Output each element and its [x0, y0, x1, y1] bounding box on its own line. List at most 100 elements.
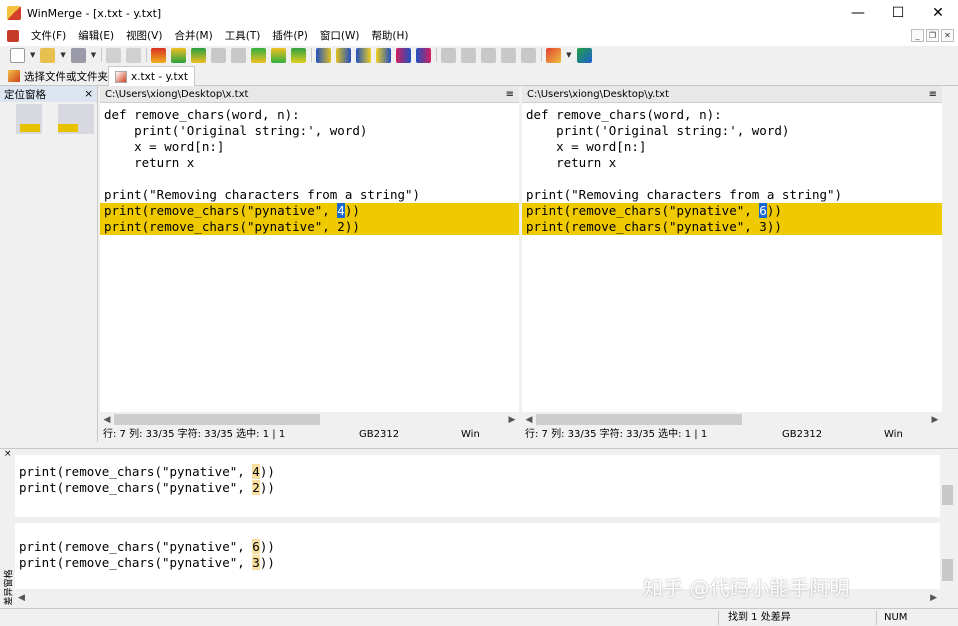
- close-button[interactable]: ✕: [918, 0, 958, 26]
- tab-select-files-label: 选择文件或文件夹: [24, 70, 108, 83]
- copy-left-icon[interactable]: [336, 47, 352, 63]
- maximize-button[interactable]: ☐: [878, 0, 918, 26]
- diff-pane-left[interactable]: print(remove_chars("pynative", 4)) print…: [15, 455, 940, 517]
- document-menu-icon[interactable]: [7, 30, 19, 42]
- last-diff-icon[interactable]: [271, 47, 287, 63]
- code-line[interactable]: [100, 171, 519, 187]
- diff-detail-line[interactable]: print(remove_chars("pynative", 6)): [15, 539, 940, 555]
- scrollbar-track[interactable]: [536, 414, 928, 425]
- menu-window[interactable]: 窗口(W): [314, 26, 366, 46]
- all-right-icon[interactable]: [396, 47, 412, 63]
- open-dropdown-icon[interactable]: ▼: [60, 51, 65, 59]
- undo-icon[interactable]: [106, 47, 122, 63]
- menu-help[interactable]: 帮助(H): [365, 26, 414, 46]
- next-diff-icon[interactable]: [171, 47, 187, 63]
- title-bar: WinMerge - [x.txt - y.txt] — ☐ ✕: [0, 0, 958, 26]
- diff-pane-close-icon[interactable]: ×: [4, 449, 12, 459]
- right-disabled-icon[interactable]: [501, 47, 517, 63]
- new-icon[interactable]: [10, 47, 25, 63]
- diff-pane-left-vscroll[interactable]: [940, 455, 955, 517]
- new-dropdown-icon[interactable]: ▼: [30, 51, 35, 59]
- copy-right-advance-icon[interactable]: [356, 47, 372, 63]
- merge-disabled-icon[interactable]: [441, 47, 457, 63]
- location-pane-close-icon[interactable]: ×: [84, 88, 93, 100]
- code-line[interactable]: print("Removing characters from a string…: [100, 187, 519, 203]
- code-line[interactable]: print("Removing characters from a string…: [522, 187, 942, 203]
- right-pane-menu-icon[interactable]: ≡: [929, 89, 937, 100]
- right-code-view[interactable]: def remove_chars(word, n): print('Origin…: [522, 107, 942, 235]
- diff-line[interactable]: print(remove_chars("pynative", 4)): [100, 203, 519, 219]
- save-icon[interactable]: [70, 47, 86, 63]
- scroll-right-icon[interactable]: ▶: [505, 415, 519, 425]
- scrollbar-thumb[interactable]: [942, 485, 953, 505]
- minimize-button[interactable]: —: [838, 0, 878, 26]
- diff-count-status: 找到 1 处差异: [728, 612, 791, 623]
- options-dropdown-icon[interactable]: ▼: [566, 51, 571, 59]
- diff-detail-line[interactable]: print(remove_chars("pynative", 3)): [15, 555, 940, 571]
- current-diff-icon[interactable]: [151, 47, 167, 63]
- right-file-pane[interactable]: C:\Users\xiong\Desktop\y.txt ≡ def remov…: [522, 86, 942, 427]
- code-line[interactable]: [522, 171, 942, 187]
- scroll-left-icon[interactable]: ◀: [18, 593, 25, 603]
- location-map[interactable]: [6, 104, 94, 134]
- code-line[interactable]: print('Original string:', word): [522, 123, 942, 139]
- code-line[interactable]: x = word[n:]: [522, 139, 942, 155]
- menu-plugins[interactable]: 插件(P): [266, 26, 314, 46]
- menu-tools[interactable]: 工具(T): [219, 26, 267, 46]
- diff-pane-right-vscroll[interactable]: [940, 523, 955, 589]
- middle-disabled-icon[interactable]: [481, 47, 497, 63]
- redo-icon[interactable]: [126, 47, 142, 63]
- left-horizontal-scrollbar[interactable]: ◀ ▶: [100, 412, 519, 427]
- scrollbar-thumb[interactable]: [114, 414, 320, 425]
- code-line[interactable]: return x: [100, 155, 519, 171]
- left-cursor-position: 行: 7 列: 33/35 字符: 33/35 选中: 1 | 1: [103, 429, 286, 440]
- code-line[interactable]: x = word[n:]: [100, 139, 519, 155]
- options-icon[interactable]: [546, 47, 562, 63]
- scroll-right-icon[interactable]: ▶: [928, 415, 942, 425]
- scroll-left-icon[interactable]: ◀: [100, 415, 114, 425]
- prev-diff-icon[interactable]: [191, 47, 207, 63]
- diff-detail-line[interactable]: print(remove_chars("pynative", 2)): [15, 480, 940, 496]
- right-vertical-scrollbar[interactable]: [942, 103, 958, 427]
- menu-file[interactable]: 文件(F): [25, 26, 72, 46]
- first-conflict-icon[interactable]: [211, 47, 227, 63]
- code-line[interactable]: def remove_chars(word, n):: [100, 107, 519, 123]
- copy-left-advance-icon[interactable]: [376, 47, 392, 63]
- all-diff-icon[interactable]: [291, 47, 307, 63]
- scroll-right-icon[interactable]: ▶: [930, 593, 937, 603]
- mdi-close-button[interactable]: ✕: [941, 29, 954, 42]
- scroll-left-icon[interactable]: ◀: [522, 415, 536, 425]
- left-pane-menu-icon[interactable]: ≡: [506, 89, 514, 100]
- copy-right-icon[interactable]: [316, 47, 332, 63]
- three-way-disabled-icon[interactable]: [521, 47, 537, 63]
- last-conflict-icon[interactable]: [231, 47, 247, 63]
- tab-select-files[interactable]: 选择文件或文件夹: [2, 66, 114, 86]
- diff-line[interactable]: print(remove_chars("pynative", 2)): [100, 219, 519, 235]
- mdi-minimize-button[interactable]: _: [911, 29, 924, 42]
- menu-view[interactable]: 视图(V): [120, 26, 168, 46]
- mdi-restore-button[interactable]: ❐: [926, 29, 939, 42]
- open-folder-icon[interactable]: [40, 47, 56, 63]
- left-disabled-icon[interactable]: [461, 47, 477, 63]
- left-file-pane[interactable]: C:\Users\xiong\Desktop\x.txt ≡ def remov…: [100, 86, 519, 427]
- scrollbar-thumb[interactable]: [942, 559, 953, 581]
- left-code-view[interactable]: def remove_chars(word, n): print('Origin…: [100, 107, 519, 235]
- all-left-icon[interactable]: [416, 47, 432, 63]
- code-line[interactable]: def remove_chars(word, n):: [522, 107, 942, 123]
- scrollbar-thumb[interactable]: [536, 414, 742, 425]
- menu-merge[interactable]: 合并(M): [168, 26, 218, 46]
- menu-edit[interactable]: 编辑(E): [72, 26, 120, 46]
- tab-compare[interactable]: x.txt - y.txt: [108, 66, 195, 86]
- diff-line[interactable]: print(remove_chars("pynative", 6)): [522, 203, 942, 219]
- status-divider: [876, 611, 877, 625]
- diff-line[interactable]: print(remove_chars("pynative", 3)): [522, 219, 942, 235]
- code-line[interactable]: return x: [522, 155, 942, 171]
- save-dropdown-icon[interactable]: ▼: [91, 51, 96, 59]
- toolbar-separator: [146, 48, 148, 62]
- refresh-icon[interactable]: [576, 47, 592, 63]
- first-diff-icon[interactable]: [251, 47, 267, 63]
- right-horizontal-scrollbar[interactable]: ◀ ▶: [522, 412, 942, 427]
- scrollbar-track[interactable]: [114, 414, 505, 425]
- diff-detail-line[interactable]: print(remove_chars("pynative", 4)): [15, 464, 940, 480]
- code-line[interactable]: print('Original string:', word): [100, 123, 519, 139]
